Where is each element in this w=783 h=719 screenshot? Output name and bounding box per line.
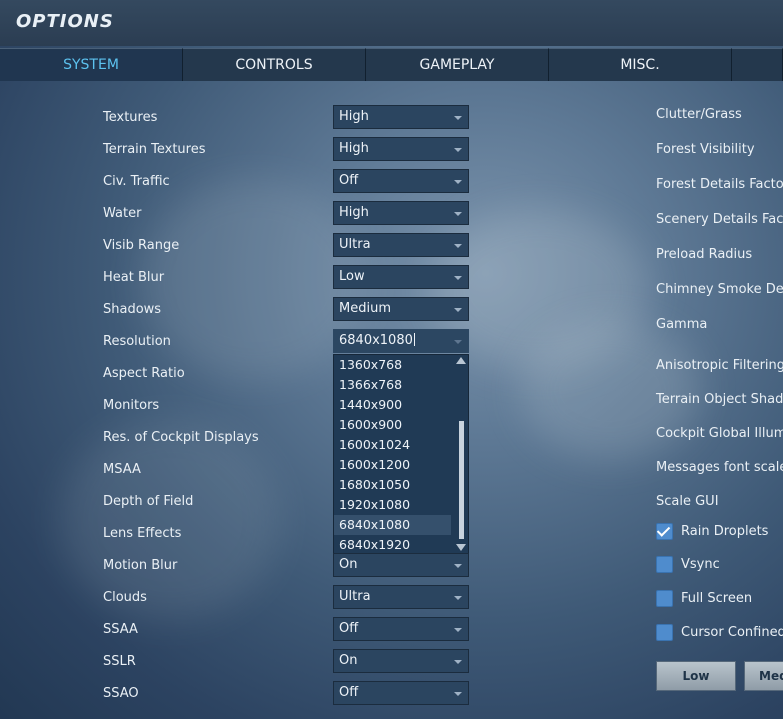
setting-label-preload-radius: Preload Radius	[656, 247, 753, 262]
rain-droplets-checkbox[interactable]	[656, 523, 673, 540]
vsync-label: Vsync	[681, 557, 720, 572]
cursor-confined-label: Cursor Confined to Game Window	[681, 625, 783, 640]
vsync-checkbox[interactable]	[656, 556, 673, 573]
setting-label-messages-font-scale: Messages font scale	[656, 460, 783, 475]
setting-label-forest-visibility: Forest Visibility	[656, 142, 755, 157]
button-label: Low	[682, 669, 710, 683]
setting-label-terrain-object-shadows: Terrain Object Shadows	[656, 392, 783, 407]
setting-label-clutter-grass: Clutter/Grass	[656, 107, 742, 122]
setting-label-scenery-details: Scenery Details Factor	[656, 212, 783, 227]
setting-label-forest-details: Forest Details Factor	[656, 177, 783, 192]
setting-label-anisotropic: Anisotropic Filtering	[656, 358, 783, 373]
preset-medium-button[interactable]: Medium	[744, 661, 783, 691]
cursor-confined-checkbox[interactable]	[656, 624, 673, 641]
setting-label-gamma: Gamma	[656, 317, 708, 332]
right-column: Clutter/Grass Forest Visibility Forest D…	[0, 0, 783, 719]
setting-label-cockpit-illumination: Cockpit Global Illumination	[656, 426, 783, 441]
rain-droplets-label: Rain Droplets	[681, 524, 769, 539]
preset-low-button[interactable]: Low	[656, 661, 736, 691]
checkmark-icon	[656, 523, 671, 537]
setting-label-scale-gui: Scale GUI	[656, 494, 719, 509]
setting-label-chimney-smoke: Chimney Smoke Density	[656, 282, 783, 297]
button-label: Medium	[759, 669, 783, 683]
full-screen-label: Full Screen	[681, 591, 753, 606]
full-screen-checkbox[interactable]	[656, 590, 673, 607]
